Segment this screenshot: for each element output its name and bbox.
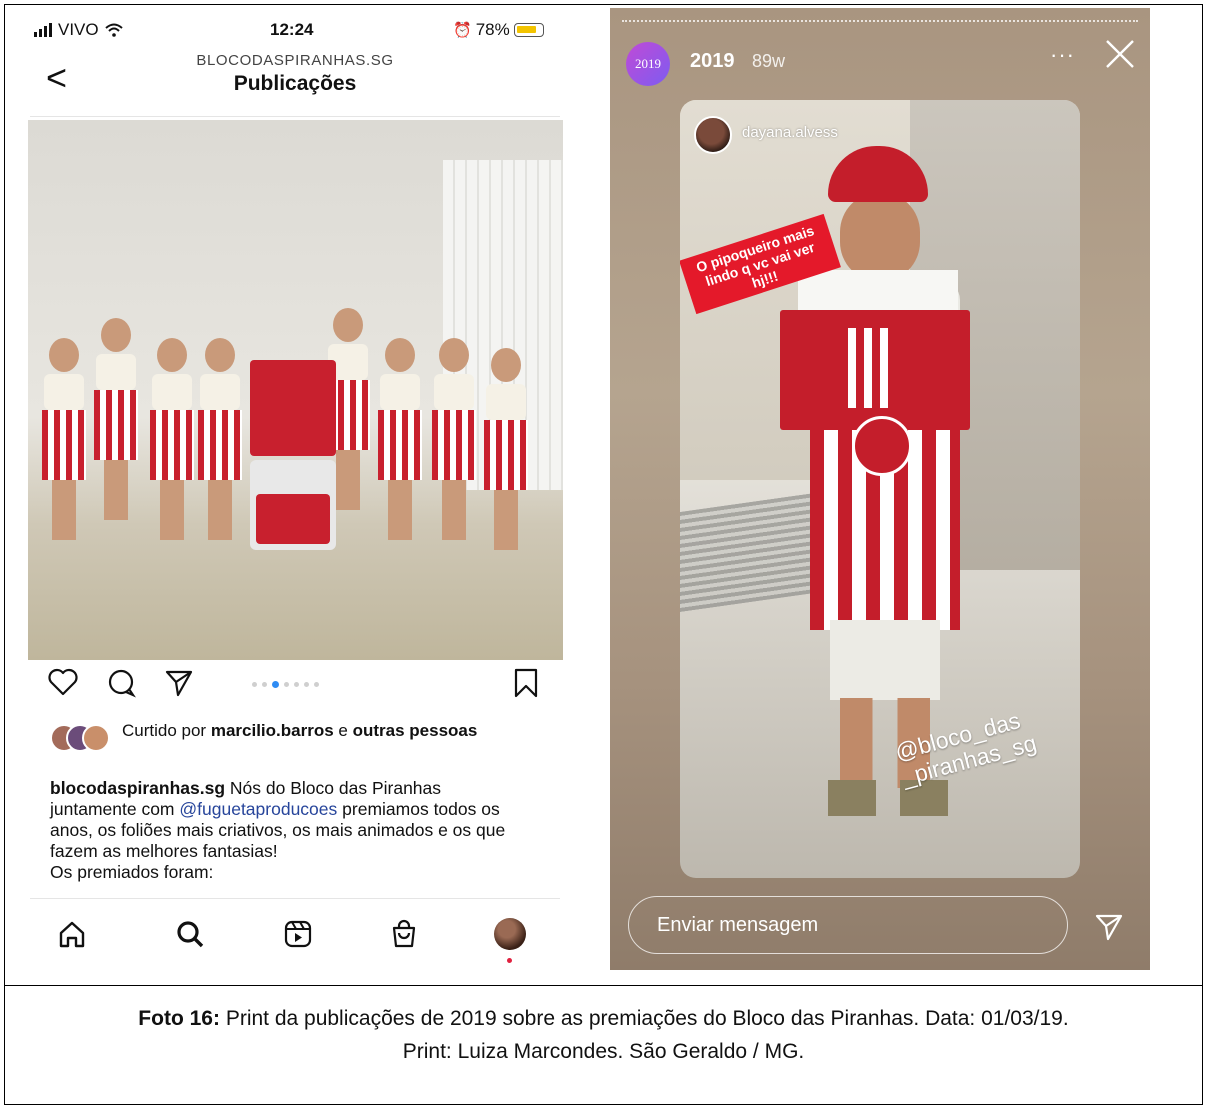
shared-story-card[interactable]: dayana.alvess O pipoqueiro mais lindo q … xyxy=(680,100,1080,878)
search-icon[interactable] xyxy=(170,914,210,954)
story-progress-bar xyxy=(622,20,1138,22)
person xyxy=(378,338,422,540)
caption-line-2: Print: Luiza Marcondes. São Geraldo / MG… xyxy=(402,1040,805,1063)
person xyxy=(150,338,194,540)
bookmark-icon[interactable] xyxy=(514,668,538,704)
comment-icon[interactable] xyxy=(106,668,136,704)
bottom-tab-bar xyxy=(30,908,560,968)
header-divider xyxy=(30,116,560,117)
person xyxy=(42,338,86,540)
carousel-dot xyxy=(304,682,309,687)
person xyxy=(484,348,528,550)
story-time: 89w xyxy=(752,51,786,71)
kid-shorts xyxy=(830,620,940,700)
person xyxy=(94,318,138,520)
kid-shoes xyxy=(828,780,948,816)
carousel-dot xyxy=(252,682,257,687)
tabbar-divider xyxy=(30,898,560,899)
instagram-story-screen: 2019 2019 89w ··· dayana.alvess O pipoqu… xyxy=(610,8,1150,970)
signal-icon xyxy=(34,23,52,37)
likes-joiner: e xyxy=(338,721,348,740)
close-icon[interactable] xyxy=(1104,38,1136,78)
carousel-dot xyxy=(294,682,299,687)
profile-icon[interactable] xyxy=(490,914,530,954)
battery-icon xyxy=(513,23,544,37)
caption-mention[interactable]: @fuguetaproducoes xyxy=(179,799,337,819)
shop-icon[interactable] xyxy=(384,914,424,954)
profile-username: BLOCODASPIRANHAS.SG xyxy=(196,52,394,69)
send-icon[interactable] xyxy=(1094,912,1124,942)
person xyxy=(432,338,476,540)
post-header: < BLOCODASPIRANHAS.SG Publicações xyxy=(30,50,560,110)
card-username[interactable]: dayana.alvess xyxy=(742,124,838,141)
liker-avatars xyxy=(50,724,116,752)
battery-status: ⏰ 78% xyxy=(453,20,544,40)
carousel-dots xyxy=(252,681,319,688)
kid-face xyxy=(840,192,920,282)
reels-icon[interactable] xyxy=(278,914,318,954)
person xyxy=(198,338,242,540)
carrier-name: VIVO xyxy=(58,20,99,39)
caption-text-3: Os premiados foram: xyxy=(50,862,214,882)
wifi-icon xyxy=(104,23,123,37)
popcorn-cart xyxy=(250,360,336,560)
caption-body-1: Print da publicações de 2019 sobre as pr… xyxy=(225,1007,1069,1030)
carousel-dot xyxy=(314,682,319,687)
carousel-dot xyxy=(284,682,289,687)
post-caption: blocodaspiranhas.sg Nós do Bloco das Pir… xyxy=(50,778,530,883)
story-avatar[interactable]: 2019 xyxy=(626,42,670,86)
notification-dot xyxy=(507,958,512,963)
story-name[interactable]: 2019 xyxy=(690,50,735,73)
post-photo[interactable] xyxy=(28,120,563,660)
status-bar: VIVO 12:24 ⏰ 78% xyxy=(30,12,560,46)
likes-user[interactable]: marcilio.barros xyxy=(211,721,334,740)
share-icon[interactable] xyxy=(164,668,194,704)
likes-text: Curtido por marcilio.barros e outras pes… xyxy=(122,720,520,741)
home-icon[interactable] xyxy=(52,914,92,954)
message-input[interactable]: Enviar mensagem xyxy=(628,896,1068,954)
page-title: Publicações xyxy=(233,72,357,95)
caption-line-1: Foto 16: Print da publicações de 2019 so… xyxy=(138,1002,1068,1035)
likes-prefix: Curtido por xyxy=(122,721,207,740)
figure-caption: Foto 16: Print da publicações de 2019 so… xyxy=(4,986,1203,1104)
likes-line[interactable]: Curtido por marcilio.barros e outras pes… xyxy=(50,720,520,752)
card-user-avatar[interactable] xyxy=(694,116,732,154)
more-options-icon[interactable]: ··· xyxy=(1050,42,1075,68)
heart-icon[interactable] xyxy=(48,668,78,702)
battery-percent: 78% xyxy=(475,20,510,39)
apron-badge xyxy=(852,416,912,476)
caption-label: Foto 16: xyxy=(138,1007,220,1030)
popcorn-box-icon xyxy=(840,328,896,408)
carousel-dot xyxy=(272,681,279,688)
alarm-icon: ⏰ xyxy=(453,22,472,39)
caption-username[interactable]: blocodaspiranhas.sg xyxy=(50,778,225,798)
clock: 12:24 xyxy=(270,20,314,39)
post-actions xyxy=(30,664,560,704)
carousel-dot xyxy=(262,682,267,687)
carrier: VIVO xyxy=(34,20,123,40)
instagram-post-screen: VIVO 12:24 ⏰ 78% < BLOCODASPIRANHAS.SG P… xyxy=(28,12,590,972)
likes-others[interactable]: outras pessoas xyxy=(353,721,478,740)
